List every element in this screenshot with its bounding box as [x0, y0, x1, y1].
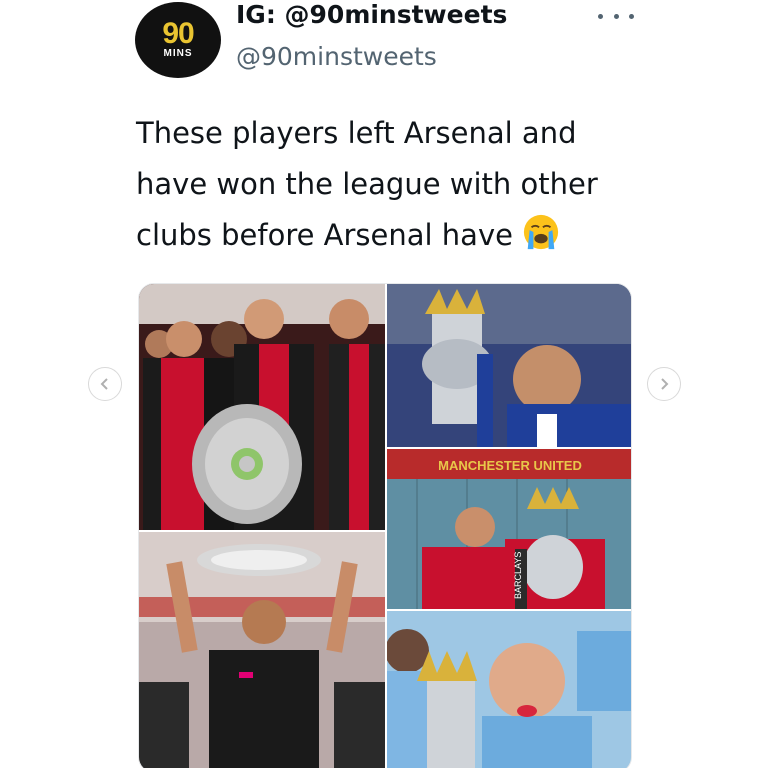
photo-man-utd-image: MANCHESTER UNITED BARCLAYS — [387, 449, 631, 609]
tweet-line: have won the league with other — [136, 167, 598, 201]
avatar-word: MINS — [163, 48, 193, 59]
photo-leverkusen-image — [139, 284, 385, 530]
photo-bayern-shield[interactable] — [139, 532, 385, 768]
chevron-left-icon — [100, 378, 108, 390]
tweet-text: These players left Arsenal and have won … — [136, 108, 676, 261]
photo-chelsea-image — [387, 284, 631, 447]
loudly-crying-face-icon — [524, 214, 559, 250]
tweet-line: clubs before Arsenal have — [136, 218, 513, 252]
carousel-next-button[interactable] — [647, 367, 681, 401]
photo-manchester-united-trophy[interactable]: MANCHESTER UNITED BARCLAYS — [387, 449, 631, 609]
tweet-line: These players left Arsenal and — [136, 116, 577, 150]
user-handle[interactable]: @90minstweets — [236, 42, 437, 71]
stadium-sign: MANCHESTER UNITED — [438, 458, 582, 473]
display-name[interactable]: IG: @90minstweets — [236, 0, 507, 29]
photo-man-city-trophy[interactable] — [387, 611, 631, 768]
photo-chelsea-trophy[interactable] — [387, 284, 631, 447]
tweet-line-with-emoji: clubs before Arsenal have — [136, 210, 676, 261]
more-options-icon[interactable] — [598, 6, 634, 26]
dot — [613, 13, 619, 19]
avatar[interactable]: 90 MINS — [135, 2, 221, 78]
barclays-text: BARCLAYS — [513, 552, 523, 599]
carousel-prev-button[interactable] — [88, 367, 122, 401]
photo-leverkusen-celebration[interactable] — [139, 284, 385, 530]
dot — [598, 13, 603, 19]
avatar-number: 90 — [162, 17, 194, 50]
photo-bayern-image — [139, 532, 385, 768]
media-collage[interactable]: MANCHESTER UNITED BARCLAYS — [138, 283, 632, 768]
chevron-right-icon — [661, 378, 669, 390]
dot — [629, 13, 634, 19]
photo-man-city-image — [387, 611, 631, 768]
